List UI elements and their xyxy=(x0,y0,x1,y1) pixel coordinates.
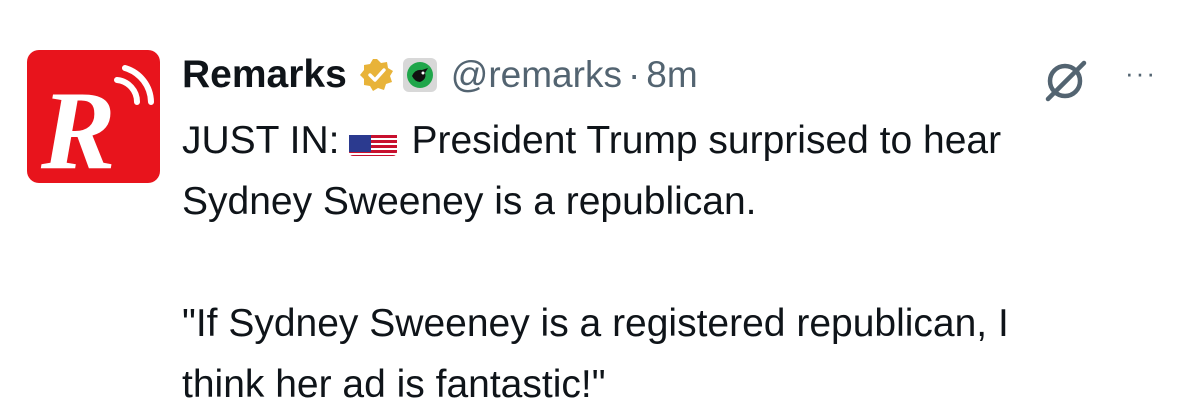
grok-icon[interactable] xyxy=(1040,55,1090,105)
post-text-prefix: JUST IN: xyxy=(182,119,340,162)
separator-dot: · xyxy=(627,54,641,95)
post-text-line-2: Sydney Sweeney is a republican. xyxy=(182,180,757,223)
verified-badge-icon xyxy=(359,57,395,93)
post-text-line-1: JUST IN: President Trump surprised to he… xyxy=(182,110,1172,171)
remarks-logo-icon: R xyxy=(40,65,154,183)
us-flag-emoji-icon xyxy=(349,124,398,156)
post-header: Remarks @remarks · 8m xyxy=(182,47,698,103)
affiliate-badge-icon[interactable] xyxy=(402,58,437,92)
author-name[interactable]: Remarks xyxy=(182,53,347,97)
avatar[interactable]: R xyxy=(27,50,160,183)
author-handle[interactable]: @remarks xyxy=(451,54,622,96)
post-text: JUST IN: President Trump surprised to he… xyxy=(182,110,1172,415)
post-timestamp[interactable]: 8m xyxy=(646,54,697,96)
post-text-suffix: President Trump surprised to hear xyxy=(411,119,1002,162)
post-text-line-4: think her ad is fantastic!" xyxy=(182,363,606,406)
post-text-line-3: "If Sydney Sweeney is a registered repub… xyxy=(182,302,1009,345)
more-options-icon[interactable]: ··· xyxy=(1125,60,1157,86)
avatar-letter: R xyxy=(40,69,116,183)
